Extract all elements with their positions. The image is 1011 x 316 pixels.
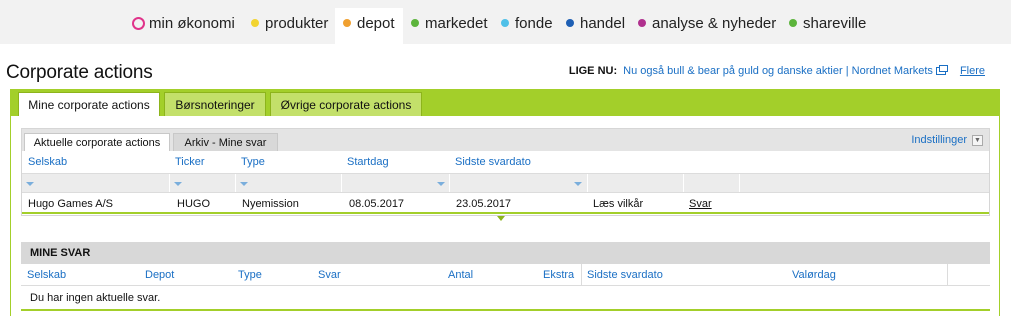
empty-state-text: Du har ingen aktuelle svar.: [30, 292, 161, 304]
nav-label: handel: [580, 14, 626, 32]
cell-company: Hugo Games A/S: [28, 198, 113, 210]
mine-svar-column-headers: Selskab Depot Type Svar Antal Ekstra Sid…: [21, 264, 990, 286]
column-header-selskab[interactable]: Selskab: [27, 269, 66, 281]
live-news-link[interactable]: Nu også bull & bear på guld og danske ak…: [623, 65, 933, 77]
settings-label: Indstillinger: [911, 134, 967, 146]
cell-sidste-svardato: 23.05.2017: [456, 198, 512, 210]
column-header-type[interactable]: Type: [238, 269, 262, 281]
produkter-dot-icon: [251, 19, 259, 27]
tab-ovrige-corporate-actions[interactable]: Øvrige corporate actions: [270, 92, 422, 116]
nav-markedet[interactable]: markedet: [411, 8, 488, 44]
answer-link[interactable]: Svar: [689, 198, 712, 210]
nav-label: shareville: [803, 14, 867, 32]
nav-analyse-nyheder[interactable]: analyse & nyheder: [638, 8, 776, 44]
tab-borsnoteringer[interactable]: Børsnoteringer: [164, 92, 266, 116]
page-body: Corporate actions LIGE NU: Nu også bull …: [0, 44, 1011, 316]
column-header-selskab[interactable]: Selskab: [28, 156, 67, 168]
row-divider: [22, 212, 989, 214]
filter-arrow-icon: [26, 182, 34, 186]
filter-row: [22, 173, 989, 193]
nav-label: fonde: [515, 14, 553, 32]
filter-blank-1: [588, 174, 684, 192]
cell-ticker: HUGO: [177, 198, 210, 210]
filter-arrow-icon: [437, 182, 445, 186]
nav-depot[interactable]: depot: [335, 8, 403, 44]
column-header-antal[interactable]: Antal: [448, 269, 473, 281]
filter-startdag[interactable]: [342, 174, 450, 192]
column-header-svar[interactable]: Svar: [318, 269, 341, 281]
filter-selskab[interactable]: [22, 174, 170, 192]
external-window-icon[interactable]: [935, 65, 948, 75]
mine-svar-panel: MINE SVAR Selskab Depot Type Svar Antal …: [21, 242, 990, 311]
min-okonomi-ring-icon: [132, 16, 145, 30]
column-header-depot[interactable]: Depot: [145, 269, 174, 281]
main-tab-bar: Mine corporate actions Børsnoteringer Øv…: [10, 89, 1000, 116]
column-header-sidste-svardato[interactable]: Sidste svardato: [587, 269, 663, 281]
page-title: Corporate actions: [6, 62, 153, 83]
nav-fonde[interactable]: fonde: [501, 8, 553, 44]
current-corporate-actions-panel: Aktuelle corporate actions Arkiv - Mine …: [21, 128, 990, 221]
column-separator: [581, 264, 582, 286]
filter-type[interactable]: [236, 174, 342, 192]
expand-arrow-icon[interactable]: [497, 216, 505, 221]
chevron-down-icon: ▼: [972, 134, 983, 146]
more-news-link[interactable]: Flere: [960, 65, 985, 77]
live-news-bar: LIGE NU: Nu også bull & bear på guld og …: [569, 65, 985, 77]
filter-sidste-svardato[interactable]: [450, 174, 588, 192]
column-header-startdag[interactable]: Startdag: [347, 156, 389, 168]
cell-type: Nyemission: [242, 198, 299, 210]
shareville-dot-icon: [789, 19, 797, 27]
column-header-valordag[interactable]: Valørdag: [792, 269, 836, 281]
cell-startdag: 08.05.2017: [349, 198, 405, 210]
tab-mine-corporate-actions[interactable]: Mine corporate actions: [18, 92, 160, 116]
filter-arrow-icon: [240, 182, 248, 186]
nav-produkter[interactable]: produkter: [251, 8, 328, 44]
column-separator: [947, 264, 948, 286]
nav-label: analyse & nyheder: [652, 14, 777, 32]
nav-handel[interactable]: handel: [566, 8, 625, 44]
nav-label: produkter: [265, 14, 329, 32]
column-header-type[interactable]: Type: [241, 156, 265, 168]
column-header-ekstra[interactable]: Ekstra: [543, 269, 574, 281]
fonde-dot-icon: [501, 19, 509, 27]
panel-bottom-line: [21, 309, 990, 311]
settings-dropdown[interactable]: Indstillinger ▼: [911, 134, 983, 146]
nav-label: depot: [357, 14, 395, 32]
filter-ticker[interactable]: [170, 174, 236, 192]
read-terms-link[interactable]: Læs vilkår: [593, 198, 643, 210]
top-navigation: min økonomi produkter depot markedet fon…: [0, 0, 1011, 44]
handel-dot-icon: [566, 19, 574, 27]
panel-subtabs: Aktuelle corporate actions Arkiv - Mine …: [22, 129, 989, 151]
mine-svar-heading: MINE SVAR: [21, 242, 990, 264]
filter-arrow-icon: [174, 182, 182, 186]
filter-arrow-icon: [574, 182, 582, 186]
analyse-dot-icon: [638, 19, 646, 27]
tab-content: Aktuelle corporate actions Arkiv - Mine …: [10, 116, 1000, 316]
filter-blank-2: [684, 174, 740, 192]
depot-dot-icon: [343, 19, 351, 27]
column-header-sidste-svardato[interactable]: Sidste svardato: [455, 156, 531, 168]
live-label: LIGE NU:: [568, 65, 618, 77]
nav-shareville[interactable]: shareville: [789, 8, 866, 44]
tab-arkiv-mine-svar[interactable]: Arkiv - Mine svar: [173, 133, 278, 151]
nav-label: min økonomi: [149, 14, 235, 32]
nav-min-okonomi[interactable]: min økonomi: [132, 8, 235, 44]
markedet-dot-icon: [411, 19, 419, 27]
nav-label: markedet: [425, 14, 488, 32]
column-header-ticker[interactable]: Ticker: [175, 156, 205, 168]
tab-aktuelle-corporate-actions[interactable]: Aktuelle corporate actions: [24, 133, 170, 151]
